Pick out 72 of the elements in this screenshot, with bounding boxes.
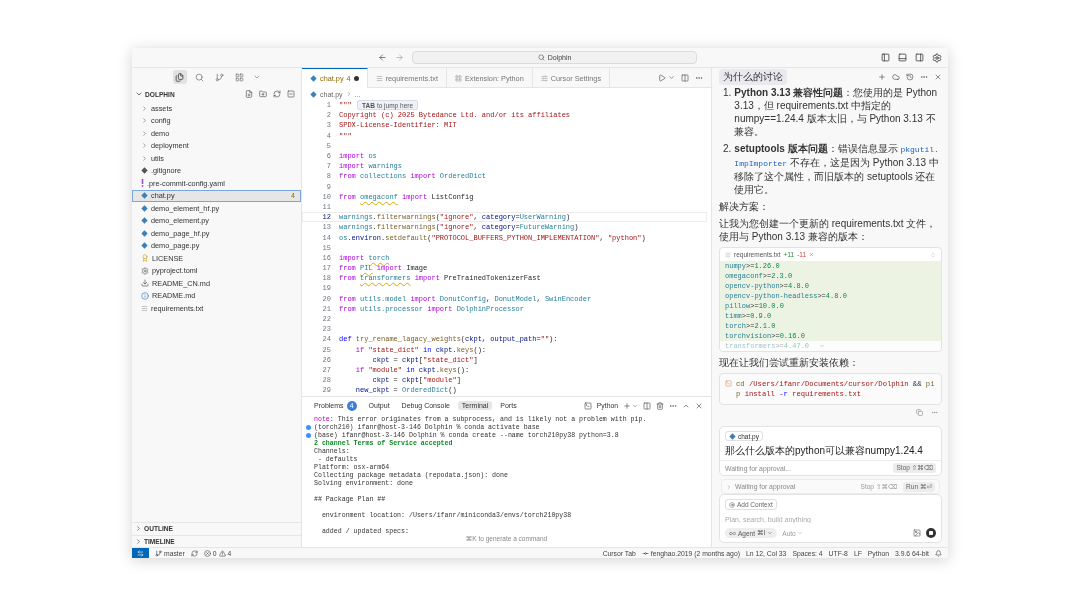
sliders-icon <box>540 74 548 82</box>
grid-icon <box>235 72 244 82</box>
run-icon[interactable] <box>658 73 666 82</box>
collapse-icon[interactable] <box>287 90 295 98</box>
terminal-icon <box>583 401 592 410</box>
refresh-icon[interactable] <box>273 90 281 98</box>
new-file-icon[interactable] <box>245 90 253 98</box>
back-icon[interactable] <box>378 53 387 62</box>
exclamation-icon <box>141 179 144 188</box>
more-icon[interactable] <box>920 73 928 81</box>
history-icon[interactable] <box>906 73 914 81</box>
copy-icon[interactable] <box>916 409 923 416</box>
new-folder-icon[interactable] <box>259 90 267 98</box>
branch-icon <box>155 549 162 557</box>
chevron-icon <box>767 530 774 536</box>
award-icon <box>141 254 149 263</box>
paragraph: 解决方案： <box>719 200 770 213</box>
search-icon <box>195 72 204 82</box>
info-icon <box>141 291 149 300</box>
forward-icon[interactable] <box>395 53 404 62</box>
sidebar-toggle-icon[interactable] <box>915 53 924 62</box>
activity-button[interactable] <box>232 70 247 84</box>
list-item-text: setuptools 版本问题：错误信息显示 pkgutil.ImpImporter 不存在，这是因为 Python 3.13 中移除了这个属性，而旧版本的 setuptools 还在使用它。 <box>734 142 940 196</box>
chevron-icon <box>345 91 352 97</box>
chat-tab[interactable]: 为什么的讨论 <box>719 69 787 85</box>
add-icon[interactable] <box>623 401 631 410</box>
diamond-icon <box>729 432 736 440</box>
split-terminal-icon[interactable] <box>643 401 651 410</box>
close-icon[interactable] <box>809 252 815 257</box>
bell-icon[interactable] <box>935 549 942 557</box>
terminal-icon <box>725 380 732 387</box>
sync-icon[interactable] <box>190 549 198 557</box>
panel-toggle-icon[interactable] <box>898 53 907 62</box>
error-icon <box>203 549 211 557</box>
diamond-icon <box>141 167 148 175</box>
diamond-icon <box>310 75 317 82</box>
gear-icon <box>141 266 149 275</box>
at-icon <box>729 501 735 508</box>
chevron-icon[interactable] <box>668 74 675 81</box>
split-editor-icon[interactable] <box>681 73 689 82</box>
add-icon[interactable] <box>878 73 886 81</box>
close-icon[interactable] <box>934 73 942 81</box>
activity-button[interactable] <box>172 70 187 84</box>
warning-icon <box>218 549 226 557</box>
grid-icon <box>454 74 462 82</box>
list-number: 1. <box>723 86 732 100</box>
cloud-icon[interactable] <box>892 73 900 81</box>
arrows-icon <box>137 549 144 557</box>
lines-icon <box>725 251 731 258</box>
commit-icon <box>641 549 649 557</box>
message-text: 那么什么版本的python可以兼容numpy1.24.4 <box>725 444 923 457</box>
chevron-icon[interactable] <box>252 73 261 81</box>
lines-icon <box>375 74 383 82</box>
paragraph: 现在让我们尝试重新安装依赖： <box>719 356 860 369</box>
remote-button[interactable] <box>132 547 149 558</box>
trash-icon[interactable] <box>656 401 664 410</box>
download-icon <box>141 279 149 288</box>
search-icon <box>537 54 545 61</box>
close-icon[interactable] <box>695 401 703 410</box>
sidebar-toggle-icon[interactable] <box>881 53 890 62</box>
list-number: 2. <box>723 142 732 156</box>
paragraph: 让我为您创建一个更新的 requirements.txt 文件，使用与 Python 3.13 兼容的版本： <box>719 217 938 243</box>
settings-icon[interactable] <box>932 52 942 63</box>
chevron-icon[interactable] <box>135 90 143 98</box>
files-icon <box>175 72 184 82</box>
stop-button[interactable] <box>926 528 936 538</box>
chevron-icon <box>796 530 803 536</box>
infinity-icon <box>729 529 736 537</box>
image-icon[interactable] <box>913 529 921 537</box>
list-item-text: Python 3.13 兼容性问题：您使用的是 Python 3.13，但 requirements.txt 中指定的 numpy==1.24.4 版本太旧，与 Python 3.13 不兼容。 <box>734 86 939 138</box>
lines-icon <box>141 304 148 312</box>
branch-icon <box>215 72 224 82</box>
